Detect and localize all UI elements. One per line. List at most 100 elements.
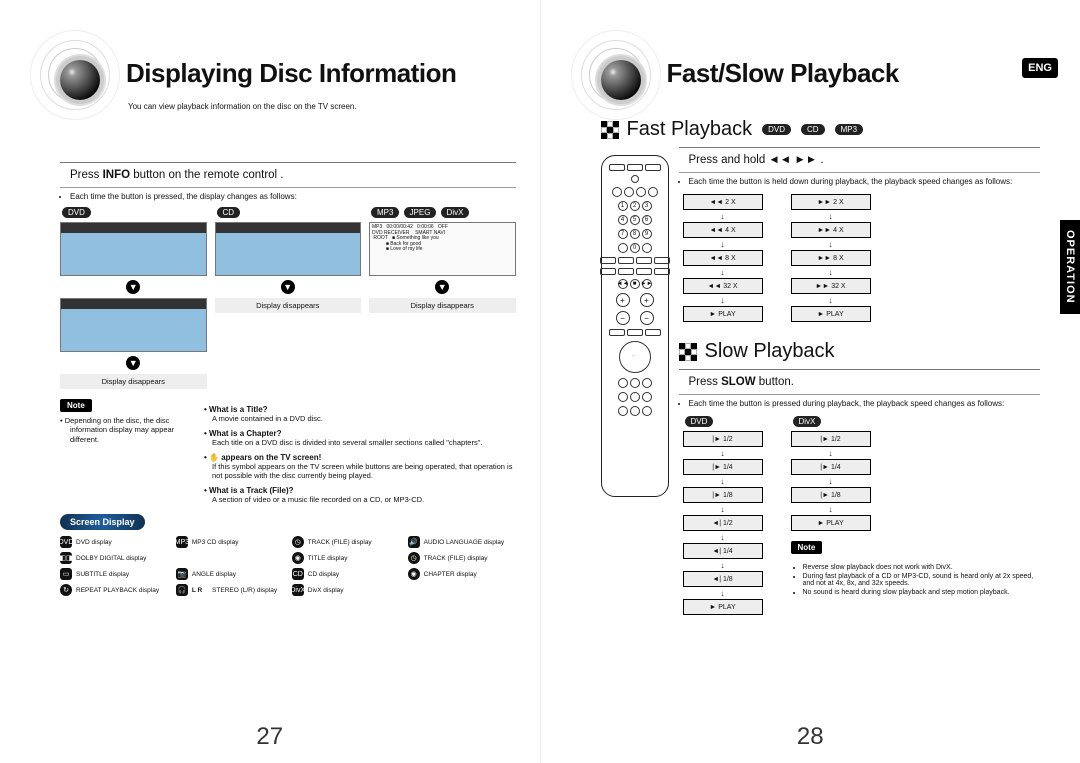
slow-flow: DVD |► 1/2↓ |► 1/4↓ |► 1/8↓ ◄| 1/2↓ ◄| 1… xyxy=(683,416,1041,615)
page-title-left: Displaying Disc Information xyxy=(126,58,456,89)
slow-notes: Reverse slow playback does not work with… xyxy=(793,564,1041,596)
def-title-q: What is a Title? xyxy=(204,405,516,414)
remote-control-illustration: 123 456 789 0 ◄◄■►► ++ −− xyxy=(601,155,669,497)
def-track-a: A section of video or a music file recor… xyxy=(212,495,516,504)
page-intro-left: You can view playback information on the… xyxy=(128,102,357,111)
ffwd-icon: ►► xyxy=(794,154,817,166)
slow-subnote: Each time the button is pressed during p… xyxy=(679,395,1041,410)
title-icon: ◉ xyxy=(292,552,304,564)
page-27: Displaying Disc Information You can view… xyxy=(0,0,541,763)
slow-badge-dvd: DVD xyxy=(685,416,714,427)
def-chapter-a: Each title on a DVD disc is divided into… xyxy=(212,438,516,447)
page-title-right: Fast/Slow Playback xyxy=(667,58,899,89)
flow-step: ► PLAY xyxy=(791,515,871,531)
fast-badge-cd: CD xyxy=(801,124,825,135)
flow-step: ◄| 1/8 xyxy=(683,571,763,587)
flow-step: ► PLAY xyxy=(683,599,763,615)
band-pre: Press xyxy=(70,169,103,181)
operation-tab: OPERATION xyxy=(1060,220,1080,314)
badge-cd: CD xyxy=(217,207,241,218)
flow-step: ► PLAY xyxy=(683,306,763,322)
fast-flow: ◄◄ 2 X↓ ◄◄ 4 X↓ ◄◄ 8 X↓ ◄◄ 32 X↓ ► PLAY … xyxy=(683,194,1041,322)
subtitle-icon: ▭ xyxy=(60,568,72,580)
def-screen-a: If this symbol appears on the TV screen … xyxy=(212,462,516,480)
language-badge: ENG xyxy=(1022,58,1058,78)
arrow-down-icon: ▼ xyxy=(126,280,140,294)
legend-icon: MP3 xyxy=(176,536,188,548)
flow-step: |► 1/4 xyxy=(791,459,871,475)
flow-step: ◄◄ 4 X xyxy=(683,222,763,238)
screenshot-dvd-1 xyxy=(60,222,207,276)
dolby-icon: ◧◨ xyxy=(60,552,72,564)
def-track-q: What is a Track (File)? xyxy=(204,486,516,495)
definition-list: What is a Title? A movie contained in a … xyxy=(204,399,516,504)
speaker-icon: 🔊 xyxy=(408,536,420,548)
band-post: button on the remote control . xyxy=(130,169,283,181)
flow-step: |► 1/8 xyxy=(791,487,871,503)
note-badge-right: Note xyxy=(791,541,823,554)
badge-jpeg: JPEG xyxy=(404,207,437,218)
screenshot-dvd-2 xyxy=(60,298,207,352)
fast-subnote: Each time the button is held down during… xyxy=(679,173,1041,188)
legend-icon: DVD xyxy=(60,536,72,548)
legend-grid: DVDDVD display MP3MP3 CD display ◷TRACK … xyxy=(60,536,516,596)
screenshot-cd xyxy=(215,222,362,276)
badge-mp3: MP3 xyxy=(371,207,399,218)
flow-step: |► 1/2 xyxy=(683,431,763,447)
def-title-a: A movie contained in a DVD disc. xyxy=(212,414,516,423)
fast-badge-dvd: DVD xyxy=(762,124,791,135)
fast-badge-mp3: MP3 xyxy=(835,124,863,135)
checker-icon xyxy=(601,121,619,139)
instruction-band-left: Press INFO button on the remote control … xyxy=(60,162,516,188)
flow-step: |► 1/4 xyxy=(683,459,763,475)
flow-step: ► PLAY xyxy=(791,306,871,322)
slow-badge-divx: DivX xyxy=(793,416,822,427)
checker-icon xyxy=(679,343,697,361)
page-28: Fast/Slow Playback ENG OPERATION Fast Pl… xyxy=(541,0,1080,763)
caption-dd-2: Display disappears xyxy=(215,298,362,313)
band-subnote: Each time the button is pressed, the dis… xyxy=(60,188,516,203)
clock-icon: ◷ xyxy=(292,536,304,548)
rewind-icon: ◄◄ xyxy=(768,154,791,166)
speaker-graphic-right xyxy=(571,30,661,120)
flow-step: ◄| 1/4 xyxy=(683,543,763,559)
note-text-l2: information display may appear different… xyxy=(70,425,190,444)
repeat-icon: ↻ xyxy=(60,584,72,596)
arrow-down-icon: ▼ xyxy=(126,356,140,370)
badge-divx: DivX xyxy=(441,207,470,218)
flow-step: ◄◄ 2 X xyxy=(683,194,763,210)
slow-band: Press SLOW button. xyxy=(679,369,1041,395)
clock-icon: ◷ xyxy=(408,552,420,564)
flow-step: ◄◄ 32 X xyxy=(683,278,763,294)
caption-dd-3: Display disappears xyxy=(369,298,516,313)
note-badge-left: Note xyxy=(60,399,92,412)
speaker-graphic-left xyxy=(30,30,120,120)
flow-step: ◄◄ 8 X xyxy=(683,250,763,266)
legend-icon: CD xyxy=(292,568,304,580)
page-number-28: 28 xyxy=(797,723,824,751)
flow-step: ◄| 1/2 xyxy=(683,515,763,531)
band-bold: INFO xyxy=(103,169,130,181)
fast-band: Press and hold ◄◄ ►► . xyxy=(679,147,1041,173)
flow-step: |► 1/8 xyxy=(683,487,763,503)
page-number-27: 27 xyxy=(256,723,283,751)
caption-dd-1: Display disappears xyxy=(60,374,207,389)
def-screen-q: ✋ appears on the TV screen! xyxy=(204,453,516,462)
arrow-down-icon: ▼ xyxy=(281,280,295,294)
arrow-down-icon: ▼ xyxy=(435,280,449,294)
chapter-icon: ◉ xyxy=(408,568,420,580)
flow-step: ►► 8 X xyxy=(791,250,871,266)
flow-step: |► 1/2 xyxy=(791,431,871,447)
note-text-l1: • Depending on the disc, the disc xyxy=(66,416,190,425)
flow-step: ►► 2 X xyxy=(791,194,871,210)
screenshot-deck: MP3 00:00/00:42 0:00:06 OFFDVD RECEIVER … xyxy=(369,222,516,276)
flow-step: ►► 4 X xyxy=(791,222,871,238)
flow-step: ►► 32 X xyxy=(791,278,871,294)
badge-dvd: DVD xyxy=(62,207,91,218)
angle-icon: 📷 xyxy=(176,568,188,580)
def-chapter-q: What is a Chapter? xyxy=(204,429,516,438)
fast-playback-heading: Fast Playback DVD CD MP3 xyxy=(601,118,1041,141)
screen-display-heading: Screen Display xyxy=(60,514,145,530)
headphone-icon: 🎧 xyxy=(176,584,188,596)
legend-icon: DivX xyxy=(292,584,304,596)
